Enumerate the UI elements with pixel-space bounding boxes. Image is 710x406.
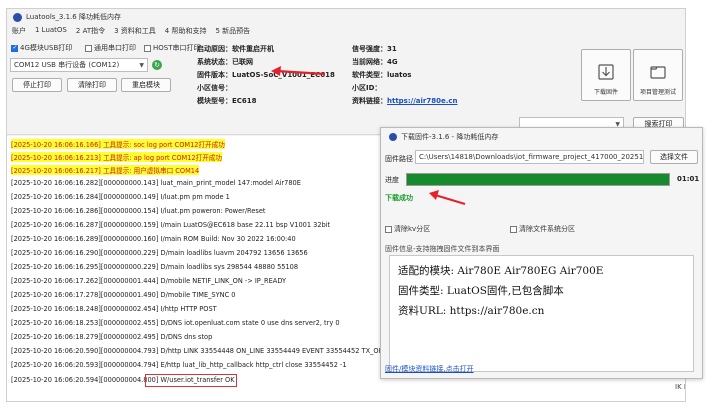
info-line-url: 资料URL: https://air780e.cn <box>398 305 545 317</box>
info-docs-link: 资料链接：https://air780e.cn <box>352 97 458 105</box>
log-line: [2025-10-20 16:06:17.262][000000001.444]… <box>11 277 287 285</box>
top-panel: 4G模块USB打印 通用串口打印 HOST串口打印 COM12 USB 串行设备… <box>7 39 685 135</box>
download-progress-bar <box>406 173 670 186</box>
choose-file-button[interactable]: 选择文件 <box>650 150 698 164</box>
checkbox-unchecked-icon <box>510 225 517 233</box>
menu-item-luatos[interactable]: 1 LuatOS <box>35 26 67 38</box>
download-status: 下载成功 <box>385 194 413 202</box>
info-cell-signal: 小区信号： <box>197 84 232 92</box>
info-line-type: 固件类型: LuatOS固件,已包含脚本 <box>398 285 564 297</box>
progress-label: 进度 <box>385 176 399 184</box>
com-port-select[interactable]: COM12 USB 串行设备 (COM12) ▼ <box>10 58 148 72</box>
log-line: [2025-10-20 16:06:16.289][000000000.160]… <box>11 235 296 243</box>
chevron-down-icon: ▼ <box>139 62 144 69</box>
checkbox-unchecked-icon <box>385 225 392 233</box>
log-line: [2025-10-20 16:06:16.290][000000000.229]… <box>11 249 308 257</box>
download-firmware-button[interactable]: 下载固件 <box>581 49 631 101</box>
firmware-path-label: 固件路径 <box>385 155 413 163</box>
window-title: Luatools_3.1.6 降功耗低内存 <box>26 13 121 21</box>
download-icon <box>598 64 614 80</box>
side-text: IK K <box>675 383 685 391</box>
firmware-docs-link[interactable]: 固件/模块资料链接,点击打开 <box>385 364 474 374</box>
project-folder-icon <box>650 66 666 79</box>
info-current-network: 当前网络：4G <box>352 58 398 66</box>
log-line: [2025-10-20 16:06:17.278][000000001.490]… <box>11 291 236 299</box>
uart-print-checkbox[interactable]: 通用串口打印 <box>85 43 136 53</box>
menu-item-account[interactable]: 账户 <box>12 26 26 38</box>
log-line: [2025-10-20 16:06:20.594][000000004.800]… <box>11 376 235 384</box>
log-line: [2025-10-20 16:06:18.279][000000002.495]… <box>11 333 213 341</box>
checkbox-unchecked-icon <box>85 44 92 52</box>
menu-item-tools[interactable]: 3 资料和工具 <box>114 26 156 38</box>
firmware-info-box: 适配的模块: Air780E Air780EG Air700E 固件类型: Lu… <box>389 255 694 372</box>
info-signal-strength: 信号强度：31 <box>352 45 397 53</box>
restart-module-button[interactable]: 重启模块 <box>121 78 171 92</box>
firmware-info-header: 固件信息-支持拖拽固件文件到本界面 <box>385 245 500 253</box>
download-title-bar: 下载固件-3.1.6 - 降功耗低内存 <box>389 132 498 142</box>
luatools-logo-icon <box>13 12 22 22</box>
log-line: [2025-10-20 16:06:20.590][000000004.793]… <box>11 347 406 355</box>
title-bar: Luatools_3.1.6 降功耗低内存 <box>7 9 685 25</box>
log-line: [2025-10-20 16:06:18.253][000000002.455]… <box>11 319 340 327</box>
clear-fs-checkbox[interactable]: 清除文件系统分区 <box>510 224 575 234</box>
refresh-icon[interactable]: ↻ <box>152 60 162 70</box>
info-software-type: 软件类型：luatos <box>352 71 412 79</box>
red-arrow-icon <box>429 190 466 206</box>
log-line: [2025-10-20 16:06:16.287][000000000.159]… <box>11 221 331 229</box>
log-line: [2025-10-20 16:06:16.282][000000000.143]… <box>11 179 301 187</box>
menu-item-new[interactable]: 5 新品预告 <box>215 26 250 38</box>
log-line: [2025-10-20 16:06:16.286][000000000.154]… <box>11 207 266 215</box>
info-line-modules: 适配的模块: Air780E Air780EG Air700E <box>398 265 604 277</box>
log-line: [2025-10-20 16:06:16.295][000000000.229]… <box>11 263 299 271</box>
info-firmware-version: 固件版本：LuatOS-SoC_V1001_EC618 <box>197 71 335 79</box>
luatools-logo-icon <box>389 133 397 141</box>
log-line: [2025-10-20 16:06:16.213] 工具提示: ap log p… <box>11 152 222 162</box>
host-print-checkbox[interactable]: HOST串口打印 <box>144 43 201 53</box>
stop-print-button[interactable]: 停止打印 <box>12 78 62 92</box>
log-line: [2025-10-20 16:06:16.166] 工具提示: soc log … <box>11 139 225 149</box>
info-module-model: 模块型号：EC618 <box>197 97 257 105</box>
log-line: [2025-10-20 16:06:20.593][000000004.794]… <box>11 361 347 369</box>
log-line: [2025-10-20 16:06:18.248][000000002.454]… <box>11 305 217 313</box>
elapsed-time: 01:01 <box>677 175 700 183</box>
menu-item-at[interactable]: 2 AT指令 <box>76 26 105 38</box>
checkbox-checked-icon <box>11 44 18 52</box>
download-firmware-window: 下载固件-3.1.6 - 降功耗低内存 固件路径 C:\Users\14818\… <box>380 127 703 379</box>
menu-item-help[interactable]: 4 帮助和支持 <box>165 26 207 38</box>
info-cell-id: 小区ID： <box>352 84 382 92</box>
progress-fill <box>407 174 669 185</box>
docs-link[interactable]: https://air780e.cn <box>387 97 458 105</box>
firmware-path-input[interactable]: C:\Users\14818\Downloads\iot_firmware_pr… <box>415 150 644 164</box>
checkbox-unchecked-icon <box>144 44 151 52</box>
usb-print-checkbox[interactable]: 4G模块USB打印 <box>11 43 72 53</box>
info-system-status: 系统状态：已联网 <box>197 58 253 66</box>
info-boot-reason: 启动原因：软件重启开机 <box>197 45 274 53</box>
clear-kv-checkbox[interactable]: 清除kv分区 <box>385 224 430 234</box>
log-line: [2025-10-20 16:06:16.217] 工具提示: 用户虚拟串口 C… <box>11 165 200 175</box>
project-manage-button[interactable]: 项目管理测试 <box>633 49 683 101</box>
menu-bar: 账户 1 LuatOS 2 AT指令 3 资料和工具 4 帮助和支持 5 新品预… <box>7 26 250 38</box>
log-line: [2025-10-20 16:06:16.284][000000000.149]… <box>11 193 230 201</box>
clear-print-button[interactable]: 清除打印 <box>67 78 117 92</box>
